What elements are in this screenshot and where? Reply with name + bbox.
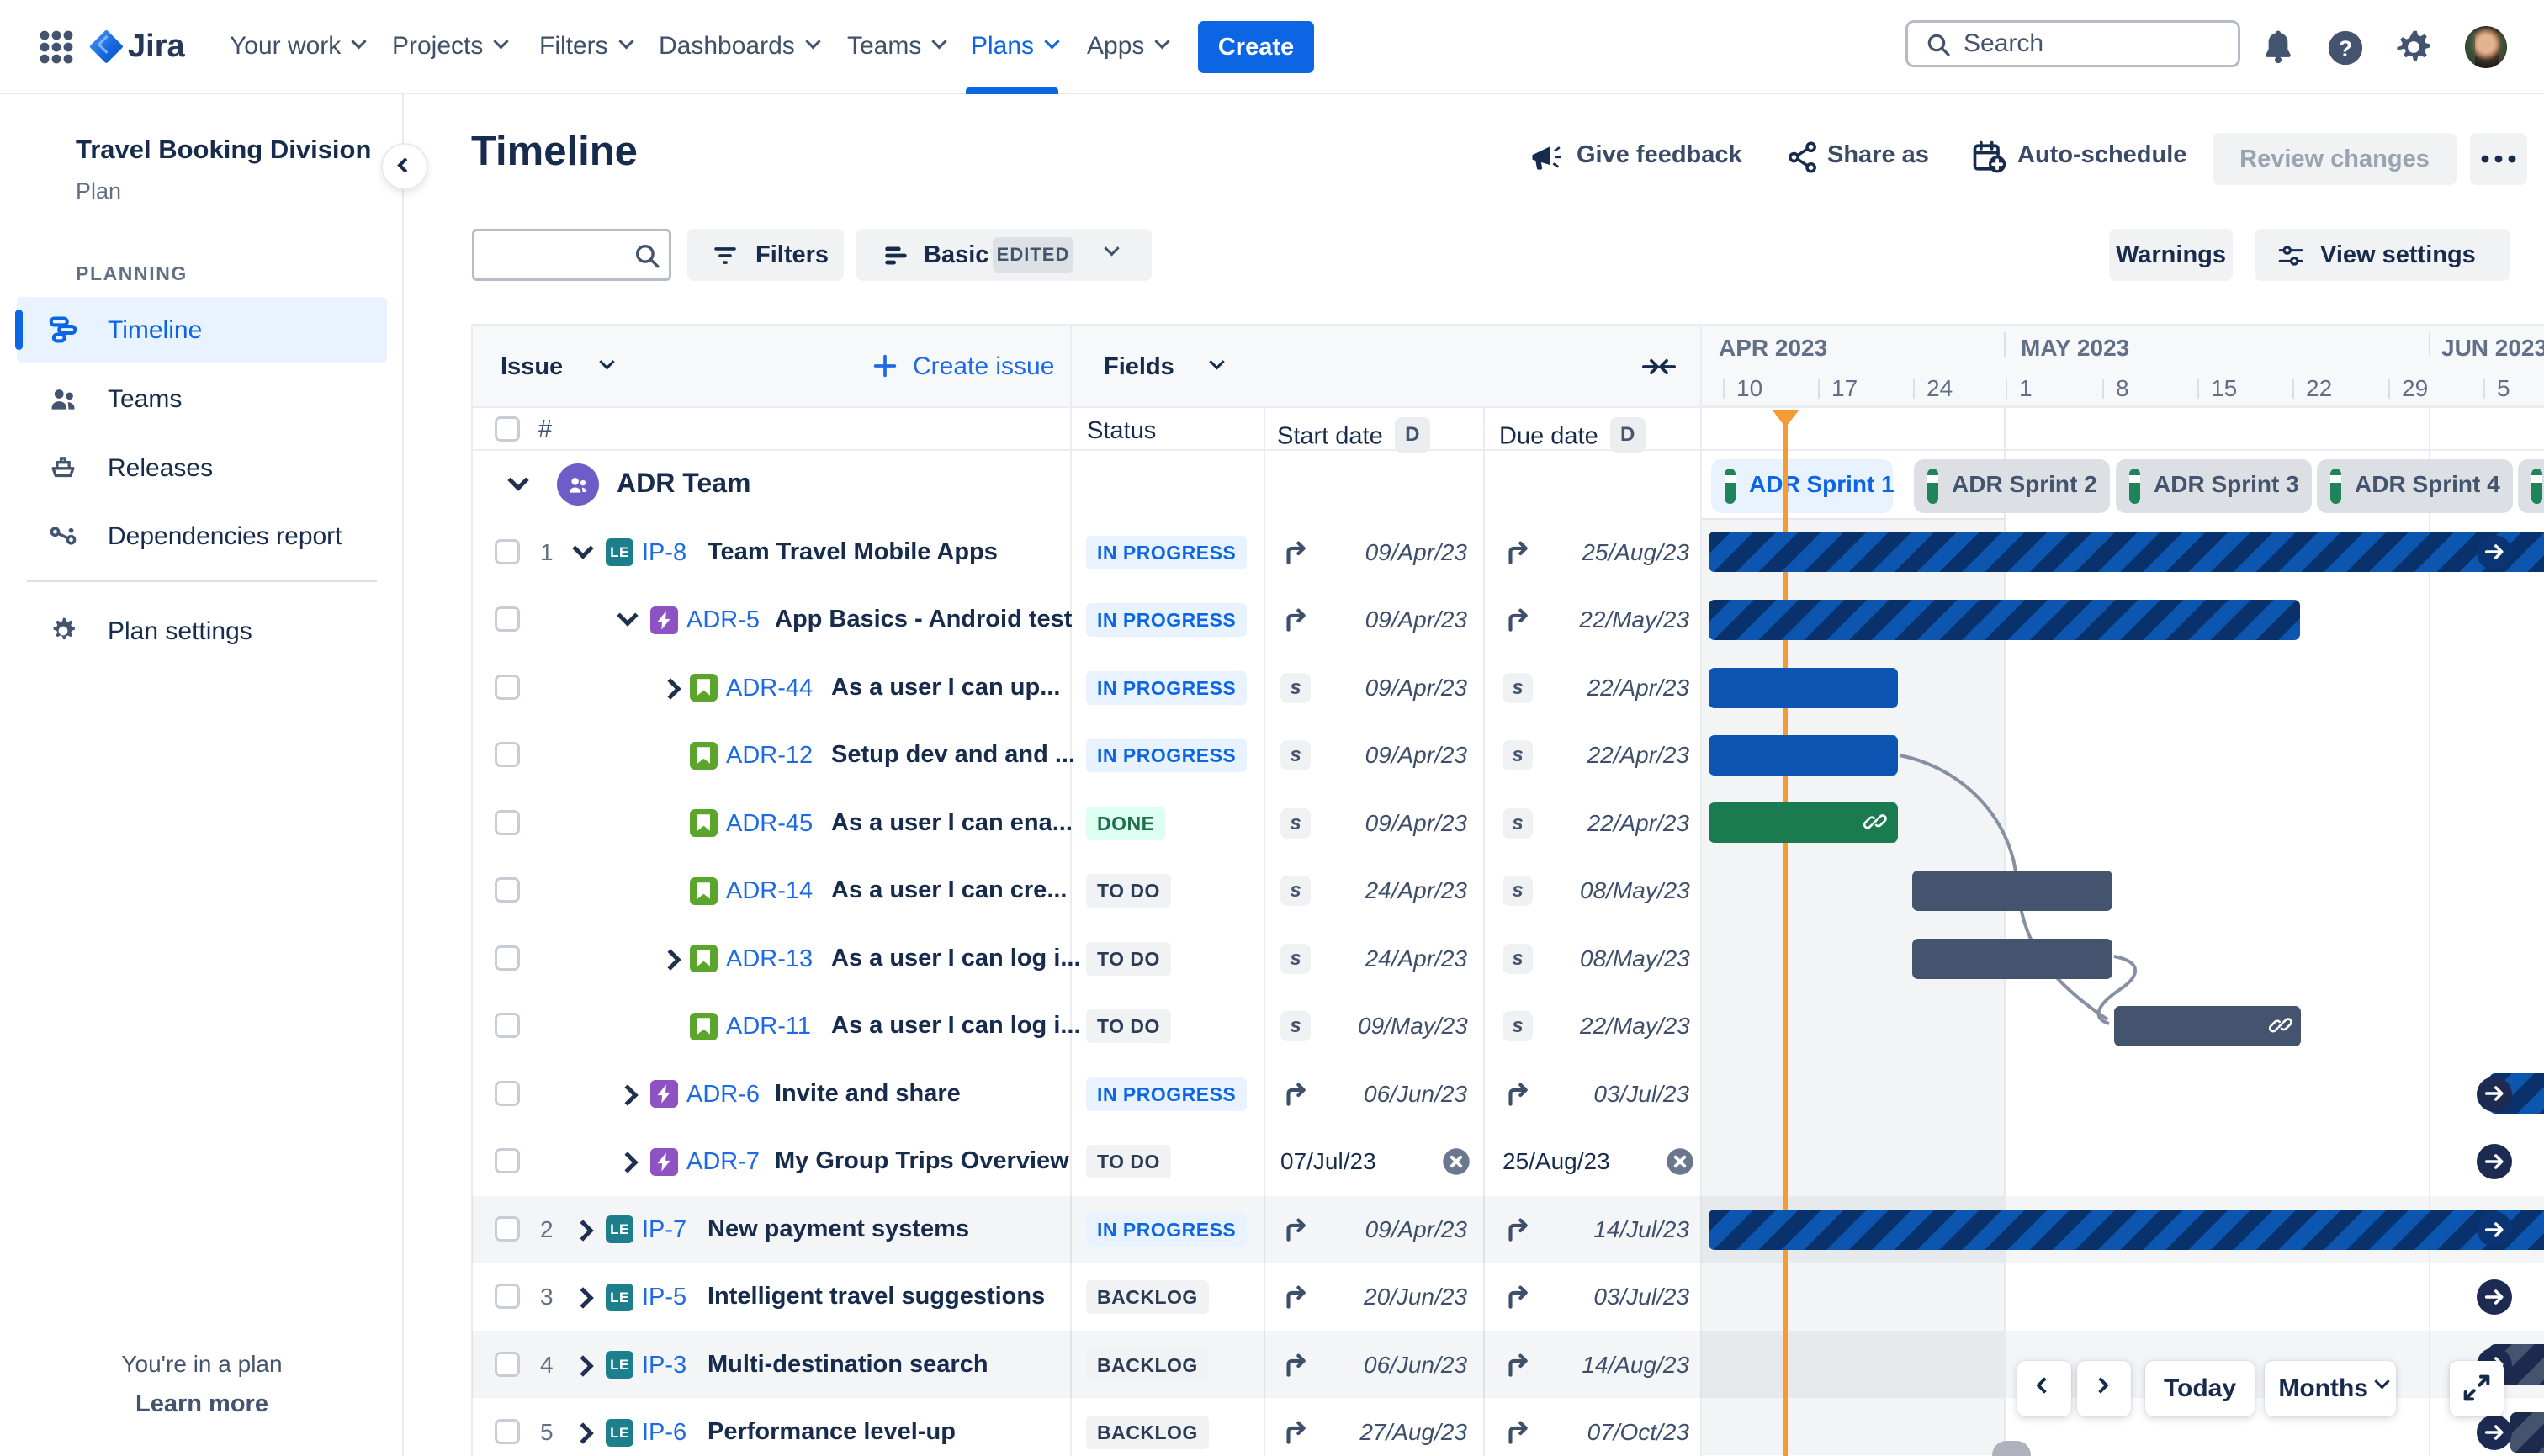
svg-text:?: ?	[2339, 36, 2352, 61]
